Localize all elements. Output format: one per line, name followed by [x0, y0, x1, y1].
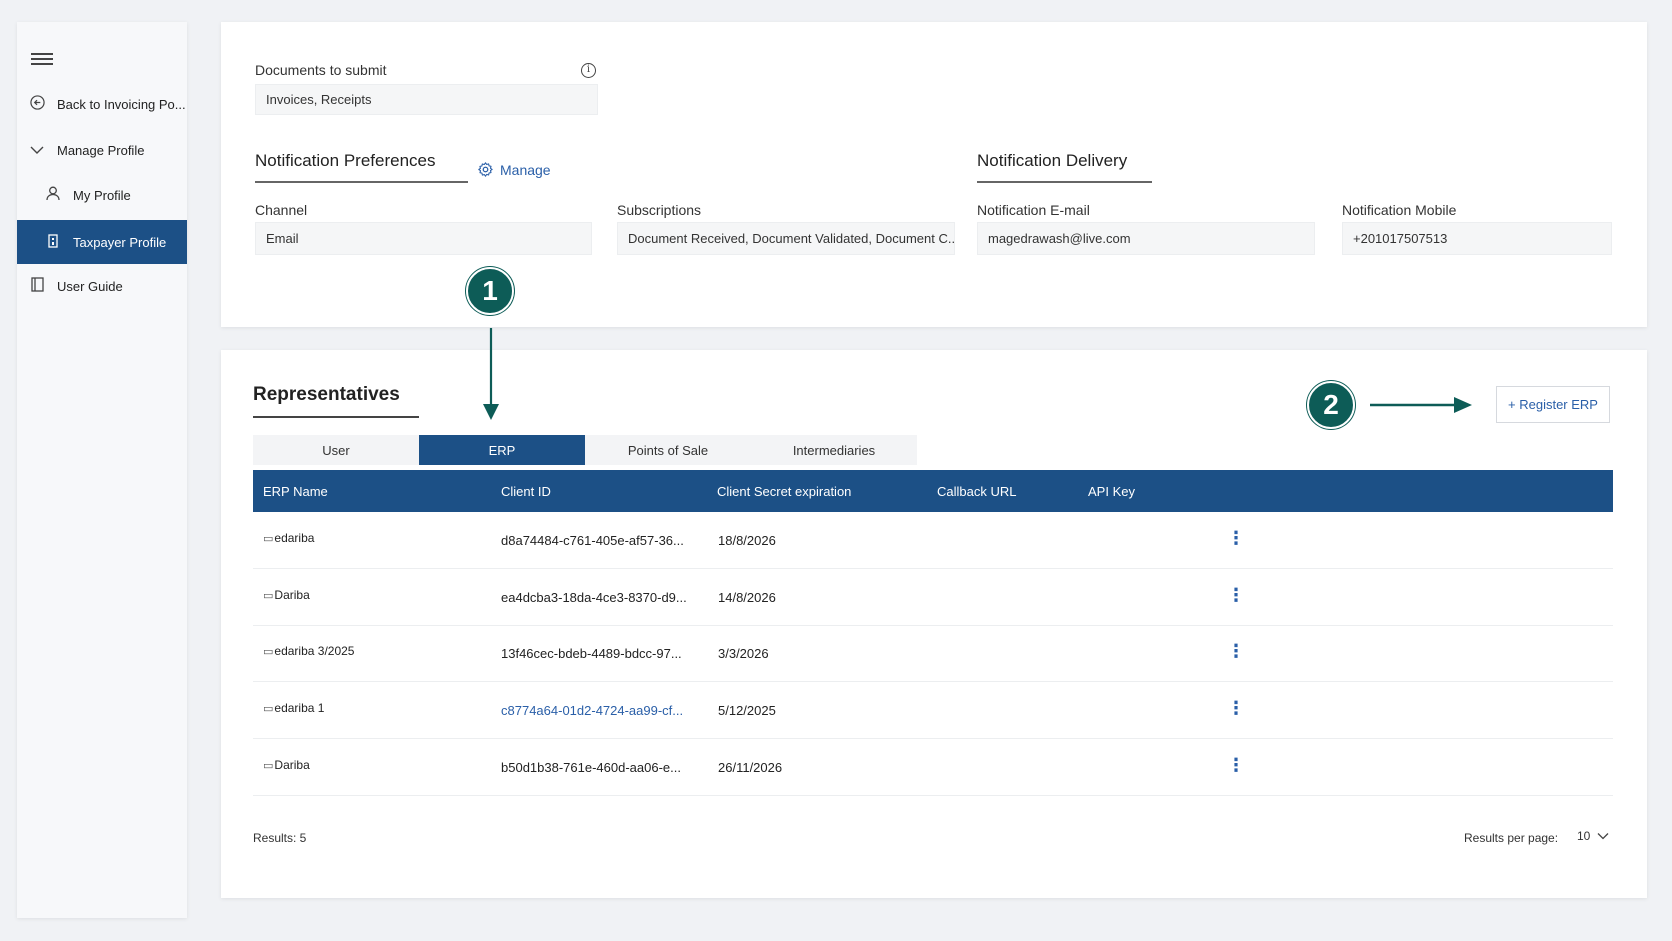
- sidebar-item-taxpayer-profile[interactable]: Taxpayer Profile: [17, 220, 187, 264]
- erp-name: Dariba: [274, 758, 310, 772]
- back-circle-icon: [27, 95, 47, 113]
- book-icon: [27, 277, 47, 295]
- sidebar-item-user-guide[interactable]: User Guide: [17, 266, 187, 306]
- app-icon: ▭: [263, 702, 274, 715]
- client-id-link[interactable]: c8774a64-01d2-4724-aa99-cf...: [501, 703, 683, 718]
- sidebar-item-my-profile[interactable]: My Profile: [17, 175, 187, 215]
- user-icon: [43, 186, 63, 204]
- client-id: d8a74484-c761-405e-af57-36...: [501, 533, 684, 548]
- erp-name: edariba 3/2025: [274, 644, 355, 658]
- representatives-tabs: User ERP Points of Sale Intermediaries: [253, 435, 917, 465]
- more-options-icon[interactable]: ⋮: [1227, 699, 1245, 717]
- chevron-down-icon: [1597, 833, 1609, 840]
- column-header-client-secret-expiration[interactable]: Client Secret expiration: [717, 484, 851, 499]
- table-row[interactable]: ▭ edariba d8a74484-c761-405e-af57-36... 1…: [253, 513, 1613, 569]
- more-options-icon[interactable]: ⋮: [1227, 642, 1245, 660]
- hamburger-menu-icon[interactable]: [31, 50, 53, 68]
- register-erp-button[interactable]: + Register ERP: [1496, 386, 1610, 423]
- erp-name: edariba 1: [274, 701, 325, 715]
- tab-intermediaries[interactable]: Intermediaries: [751, 435, 917, 465]
- expiration-date: 14/8/2026: [718, 590, 776, 605]
- channel-label: Channel: [255, 202, 308, 218]
- results-per-page-label: Results per page:: [1464, 831, 1559, 845]
- table-header: ERP Name Client ID Client Secret expirat…: [253, 470, 1613, 512]
- column-header-erp-name[interactable]: ERP Name: [263, 484, 328, 499]
- app-icon: ▭: [263, 645, 274, 658]
- sidebar: Back to Invoicing Po... Manage Profile M…: [17, 22, 187, 918]
- table-row[interactable]: ▭ edariba 1 c8774a64-01d2-4724-aa99-cf...…: [253, 683, 1613, 739]
- client-id: ea4dcba3-18da-4ce3-8370-d9...: [501, 590, 687, 605]
- expiration-date: 26/11/2026: [718, 760, 783, 775]
- subscriptions-label: Subscriptions: [617, 202, 702, 218]
- sidebar-item-back-to-invoicing[interactable]: Back to Invoicing Po...: [17, 84, 187, 124]
- tab-points-of-sale[interactable]: Points of Sale: [585, 435, 751, 465]
- more-options-icon[interactable]: ⋮: [1227, 529, 1245, 547]
- notification-email-label: Notification E-mail: [977, 202, 1090, 218]
- app-icon: ▭: [263, 589, 274, 602]
- client-id: 13f46cec-bdeb-4489-bdcc-97...: [501, 646, 682, 661]
- documents-field: Invoices, Receipts: [255, 84, 598, 115]
- notification-mobile-field: +201017507513: [1342, 222, 1612, 255]
- tab-user[interactable]: User: [253, 435, 419, 465]
- table-row[interactable]: ▭ Dariba ea4dcba3-18da-4ce3-8370-d9... 14…: [253, 570, 1613, 626]
- more-options-icon[interactable]: ⋮: [1227, 586, 1245, 604]
- annotation-badge-2: 2: [1307, 381, 1355, 429]
- column-header-api-key[interactable]: API Key: [1088, 484, 1135, 499]
- notification-mobile-label: Notification Mobile: [1342, 202, 1457, 218]
- expiration-date: 5/12/2025: [718, 703, 776, 718]
- gear-icon: [478, 162, 493, 177]
- annotation-badge-1: 1: [466, 267, 514, 315]
- more-options-icon[interactable]: ⋮: [1227, 756, 1245, 774]
- column-header-callback-url[interactable]: Callback URL: [937, 484, 1016, 499]
- sidebar-item-label: Manage Profile: [57, 142, 145, 158]
- results-count: Results: 5: [253, 831, 307, 845]
- info-icon[interactable]: i: [581, 63, 596, 78]
- documents-label: Documents to submit: [255, 62, 387, 78]
- table-row[interactable]: ▭ Dariba b50d1b38-761e-460d-aa06-e... 26/…: [253, 740, 1613, 796]
- channel-field: Email: [255, 222, 592, 255]
- sidebar-item-label: Taxpayer Profile: [73, 234, 167, 250]
- expiration-date: 3/3/2026: [718, 646, 769, 661]
- erp-name: Dariba: [274, 588, 310, 602]
- representatives-title: Representatives: [253, 384, 419, 418]
- sidebar-item-label: My Profile: [73, 187, 131, 203]
- sidebar-item-label: User Guide: [57, 278, 123, 294]
- results-per-page-value: 10: [1577, 829, 1591, 843]
- notification-delivery-title: Notification Delivery: [977, 151, 1152, 183]
- notification-email-field: magedrawash@live.com: [977, 222, 1315, 255]
- manage-label: Manage: [500, 161, 551, 178]
- subscriptions-field: Document Received, Document Validated, D…: [617, 222, 955, 255]
- notification-preferences-title: Notification Preferences: [255, 151, 468, 183]
- app-icon: ▭: [263, 532, 274, 545]
- expiration-date: 18/8/2026: [718, 533, 776, 548]
- client-id: b50d1b38-761e-460d-aa06-e...: [501, 760, 681, 775]
- manage-link[interactable]: Manage: [477, 161, 551, 178]
- building-icon: [43, 233, 63, 251]
- tab-erp[interactable]: ERP: [419, 435, 585, 465]
- results-per-page-select[interactable]: 10: [1577, 829, 1609, 843]
- table-row[interactable]: ▭ edariba 3/2025 13f46cec-bdeb-4489-bdcc-…: [253, 626, 1613, 682]
- sidebar-item-manage-profile[interactable]: Manage Profile: [17, 130, 187, 170]
- sidebar-item-label: Back to Invoicing Po...: [57, 96, 186, 112]
- chevron-down-icon: [27, 142, 47, 158]
- column-header-client-id[interactable]: Client ID: [501, 484, 551, 499]
- app-icon: ▭: [263, 759, 274, 772]
- erp-name: edariba: [274, 531, 315, 545]
